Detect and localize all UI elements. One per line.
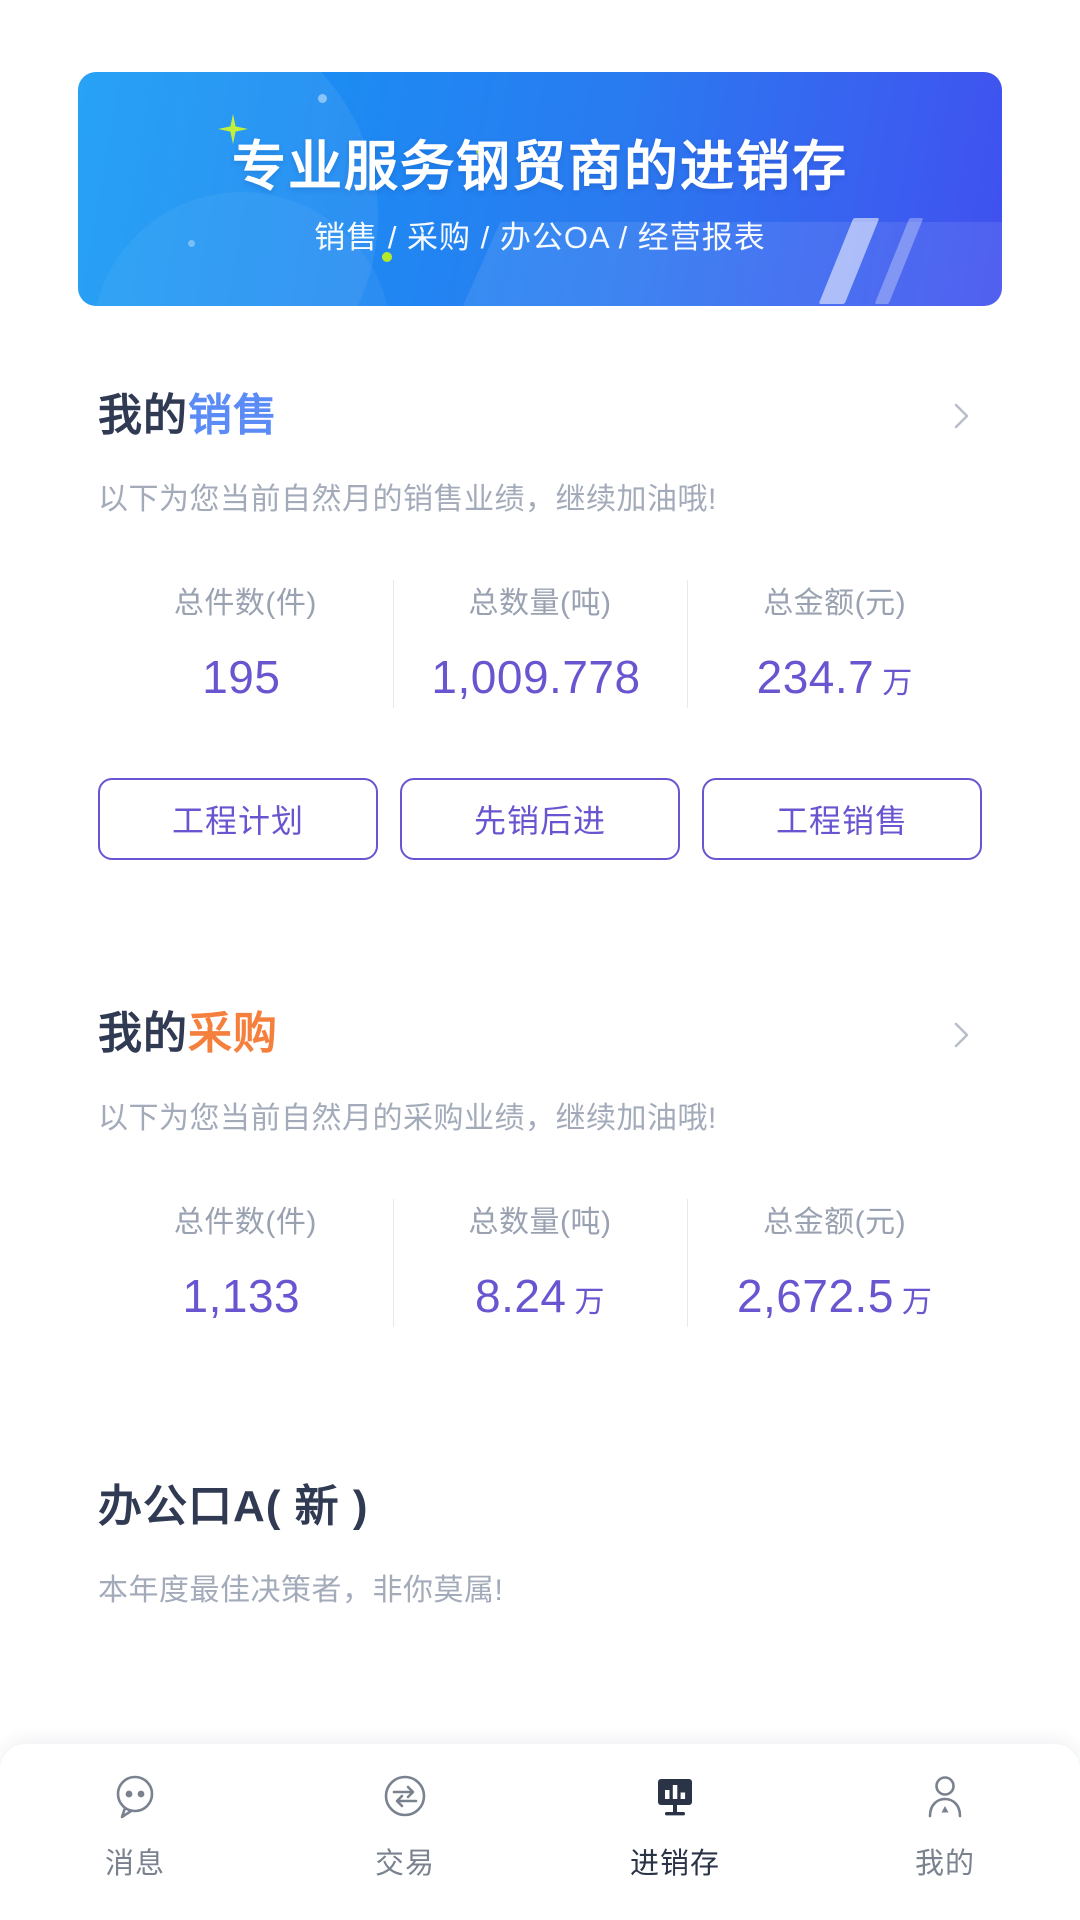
stat-item: 总件数(件) 1,133 [98, 1193, 393, 1333]
stat-item: 总数量(吨) 8.24 万 [392, 1193, 688, 1333]
tab-label: 我的 [914, 1848, 975, 1880]
stat-item: 总金额(元) 234.7 万 [687, 574, 982, 714]
app-screen: 专业服务钢贸商的进销存 销售 / 采购 / 办公OA / 经营报表 我的销售 以… [0, 0, 1080, 1920]
tab-messages[interactable]: 消息 [0, 1768, 270, 1882]
tab-profile[interactable]: 我的 [810, 1768, 1080, 1882]
sales-section-header[interactable]: 我的销售 [98, 391, 982, 440]
sales-section-title: 我的销售 [98, 391, 278, 440]
banner-dot-1 [318, 94, 327, 103]
promo-banner[interactable]: 专业服务钢贸商的进销存 销售 / 采购 / 办公OA / 经营报表 [78, 72, 1002, 306]
oa-section: 办公口A( 新 ) 本年度最佳决策者，非你莫属! [0, 1481, 1080, 1609]
stat-value: 195 [98, 650, 393, 704]
purchase-section: 我的采购 以下为您当前自然月的采购业绩，继续加油哦! 总件数(件) 1,133 … [0, 1010, 1080, 1332]
stat-number: 2,672.5 [736, 1269, 894, 1322]
engineering-plan-button[interactable]: 工程计划 [98, 778, 378, 861]
sales-title-accent: 销售 [188, 391, 278, 440]
tab-label: 消息 [104, 1848, 165, 1880]
stat-item: 总金额(元) 2,672.5 万 [687, 1193, 982, 1333]
stat-number: 234.7 [756, 651, 875, 704]
stat-number: 195 [202, 651, 281, 704]
stat-value: 234.7 万 [687, 650, 982, 704]
message-face-icon [107, 1768, 163, 1824]
stat-item: 总数量(吨) 1,009.778 [392, 574, 688, 714]
sell-first-button[interactable]: 先销后进 [400, 778, 680, 861]
stat-label: 总件数(件) [173, 587, 317, 621]
stat-label: 总金额(元) [763, 587, 907, 621]
stat-label: 总数量(吨) [468, 587, 612, 621]
purchase-section-title: 我的采购 [98, 1010, 278, 1058]
stat-unit: 万 [574, 1285, 606, 1319]
purchase-section-description: 以下为您当前自然月的采购业绩，继续加油哦! [98, 1101, 717, 1135]
stat-label: 总件数(件) [173, 1205, 317, 1239]
exchange-arrows-icon [377, 1768, 433, 1824]
stat-value: 2,672.5 万 [687, 1269, 982, 1323]
banner-subtitle: 销售 / 采购 / 办公OA / 经营报表 [314, 220, 766, 255]
stat-item: 总件数(件) 195 [98, 574, 393, 714]
stat-number: 8.24 [474, 1269, 567, 1322]
stat-unit: 万 [901, 1285, 933, 1319]
chevron-right-icon[interactable] [944, 399, 978, 433]
stat-value: 1,009.778 [393, 650, 688, 704]
tab-label: 交易 [374, 1848, 435, 1880]
sales-section: 我的销售 以下为您当前自然月的销售业绩，继续加油哦! 总件数(件) 195 总数… [0, 391, 1080, 861]
oa-section-description: 本年度最佳决策者，非你莫属! [98, 1574, 504, 1608]
banner-container: 专业服务钢贸商的进销存 销售 / 采购 / 办公OA / 经营报表 [0, 0, 1080, 306]
bar-chart-monitor-icon [647, 1768, 703, 1824]
user-profile-icon [917, 1768, 973, 1824]
sales-action-buttons: 工程计划 先销后进 工程销售 [98, 778, 982, 861]
stat-unit: 万 [882, 667, 913, 701]
purchase-section-header[interactable]: 我的采购 [98, 1010, 982, 1058]
purchase-title-accent: 采购 [188, 1009, 278, 1059]
oa-section-title: 办公口A( 新 ) [98, 1481, 369, 1531]
stat-number: 1,133 [182, 1269, 301, 1322]
tab-inventory[interactable]: 进销存 [540, 1768, 810, 1882]
stat-value: 1,133 [98, 1269, 393, 1323]
purchase-stats-row: 总件数(件) 1,133 总数量(吨) 8.24 万 总金额(元) 2,672.5… [98, 1193, 982, 1333]
bottom-tab-bar: 消息 交易 进销存 我的 [0, 1744, 1080, 1920]
tab-transactions[interactable]: 交易 [270, 1768, 540, 1882]
engineering-sales-button[interactable]: 工程销售 [702, 778, 982, 861]
stat-value: 8.24 万 [393, 1269, 688, 1323]
stat-label: 总数量(吨) [468, 1205, 612, 1239]
stat-label: 总金额(元) [763, 1205, 907, 1239]
stat-number: 1,009.778 [431, 651, 641, 704]
sales-section-description: 以下为您当前自然月的销售业绩，继续加油哦! [98, 483, 717, 517]
sales-stats-row: 总件数(件) 195 总数量(吨) 1,009.778 总金额(元) 234.7… [98, 574, 982, 714]
purchase-title-prefix: 我的 [98, 1009, 188, 1059]
banner-title: 专业服务钢贸商的进销存 [232, 137, 848, 197]
chevron-right-icon[interactable] [944, 1018, 978, 1052]
tab-label: 进销存 [629, 1848, 720, 1880]
sales-title-prefix: 我的 [98, 391, 188, 440]
